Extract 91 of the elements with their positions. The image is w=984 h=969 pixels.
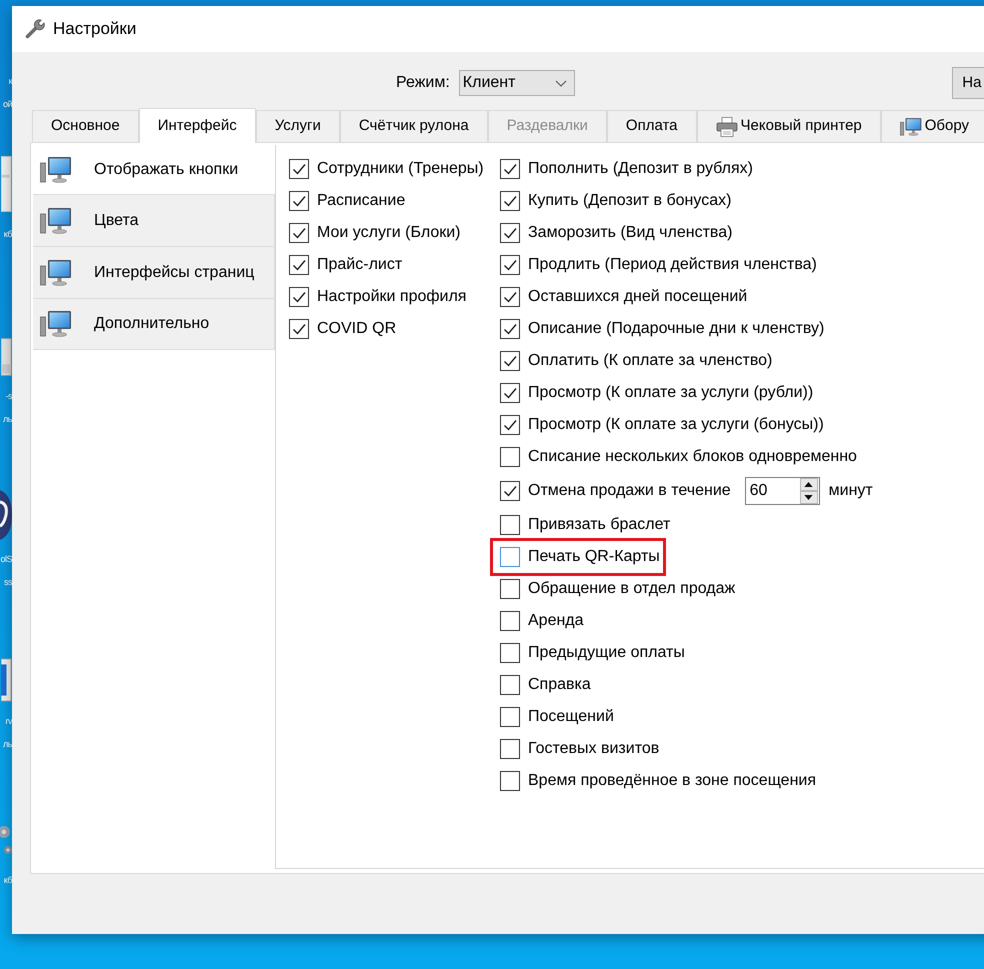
checkbox-label: Предыдущие оплаты [528, 643, 685, 663]
checkbox[interactable] [289, 191, 309, 211]
checkbox-label: Просмотр (К оплате за услуги (бонусы)) [528, 415, 824, 435]
tab[interactable]: Счётчик рулона [340, 110, 488, 142]
desktop-icon-label: -s [6, 390, 12, 403]
tab[interactable]: Оплата [606, 110, 697, 142]
computer-icon [40, 310, 72, 338]
checkbox-label: Привязать браслет [528, 515, 670, 535]
desktop-icon-label: ss [4, 576, 12, 589]
mode-label: Режим: [396, 73, 450, 93]
checkbox-label: Прайс-лист [317, 255, 402, 275]
checkbox[interactable] [500, 675, 520, 695]
desktop-icon-label: olS [0, 553, 12, 566]
checkbox-label: Продлить (Период действия членства) [528, 255, 817, 275]
checkbox[interactable] [289, 319, 309, 339]
checkbox[interactable] [500, 481, 520, 501]
checkbox-label: Оставшихся дней посещений [528, 287, 748, 307]
checkbox-label: Посещений [528, 707, 614, 727]
spin-up-button[interactable] [800, 478, 818, 491]
spin-down-button[interactable] [800, 491, 818, 504]
tab[interactable]: Обору [880, 110, 984, 142]
checkbox[interactable] [289, 223, 309, 243]
checkbox-label: Описание (Подарочные дни к членству) [528, 319, 824, 339]
computer-icon [40, 206, 72, 234]
checkbox[interactable] [289, 159, 309, 179]
chevron-down-icon [555, 80, 568, 86]
checkbox-label: Время проведённое в зоне посещения [528, 771, 816, 791]
desktop-icon-label: rv [6, 715, 12, 728]
checkbox[interactable] [500, 255, 520, 275]
up-arrow-icon [804, 482, 814, 487]
checkbox[interactable] [289, 287, 309, 307]
sidebar-item[interactable]: Интерфейсы страниц [33, 246, 275, 298]
desktop-icon-label: ль [3, 738, 12, 751]
desktop-icon-label: к [8, 75, 12, 88]
logo-icon [0, 488, 12, 542]
checkbox-label: Пополнить (Депозит в рублях) [528, 159, 753, 179]
checkbox-label: Гостевых визитов [528, 739, 660, 759]
sidebar-item[interactable]: Дополнительно [33, 298, 275, 350]
checkbox-label: COVID QR [317, 319, 396, 339]
checkbox[interactable] [500, 515, 520, 535]
checkbox-label: Списание нескольких блоков одновременно [528, 447, 857, 467]
desktop-icon-label: ль [3, 413, 12, 426]
sidebar-item[interactable]: Цвета [33, 194, 275, 246]
window-title: Настройки [53, 18, 136, 40]
tab[interactable]: Основное [32, 110, 139, 142]
checkbox[interactable] [500, 739, 520, 759]
checkbox[interactable] [500, 547, 520, 567]
toolbar-button[interactable]: На [952, 67, 984, 99]
checkbox-label: Оплатить (К оплате за членство) [528, 351, 772, 371]
tab[interactable]: Чековый принтер [696, 110, 881, 142]
checkbox-label: Печать QR-Карты [528, 547, 660, 567]
checkbox-label: Настройки профиля [317, 287, 466, 307]
checkbox[interactable] [500, 191, 520, 211]
checkbox-label: Расписание [317, 191, 406, 211]
checkbox[interactable] [500, 611, 520, 631]
wrench-icon [25, 19, 45, 39]
checkbox[interactable] [500, 707, 520, 727]
checkbox[interactable] [500, 159, 520, 179]
mode-dropdown[interactable]: Клиент [458, 70, 576, 96]
tab[interactable]: Интерфейс [138, 108, 256, 143]
checkbox[interactable] [500, 287, 520, 307]
checkbox-label: Купить (Депозит в бонусах) [528, 191, 732, 211]
checkbox-label: Мои услуги (Блоки) [317, 223, 460, 243]
computer-icon [900, 116, 922, 136]
checkbox[interactable] [500, 223, 520, 243]
checkbox[interactable] [500, 319, 520, 339]
checkbox-label: Сотрудники (Тренеры) [317, 159, 484, 179]
checkbox[interactable] [500, 579, 520, 599]
checkbox[interactable] [289, 255, 309, 275]
down-arrow-icon [804, 495, 814, 500]
checkbox-label: Справка [528, 675, 591, 695]
checkbox[interactable] [500, 383, 520, 403]
unit-label: минут [828, 481, 873, 501]
printer-icon [716, 116, 738, 136]
checkbox-label: Заморозить (Вид членства) [528, 223, 732, 243]
computer-icon [40, 258, 72, 286]
checkbox[interactable] [500, 447, 520, 467]
checkbox-label: Отмена продажи в течение [528, 481, 731, 501]
desktop-icon-label: кб [4, 874, 12, 887]
number-field[interactable]: 60 [744, 477, 820, 505]
desktop-icon-label: ой [2, 98, 12, 111]
checkbox[interactable] [500, 351, 520, 371]
desktop-icon-label: кб [4, 228, 12, 241]
checkbox-label: Просмотр (К оплате за услуги (рубли)) [528, 383, 814, 403]
tab[interactable]: Услуги [256, 110, 340, 142]
checkbox-label: Аренда [528, 611, 584, 631]
checkbox[interactable] [500, 415, 520, 435]
checkbox[interactable] [500, 771, 520, 791]
checkbox[interactable] [500, 643, 520, 663]
computer-icon [40, 156, 72, 184]
checkbox-label: Обращение в отдел продаж [528, 579, 736, 599]
